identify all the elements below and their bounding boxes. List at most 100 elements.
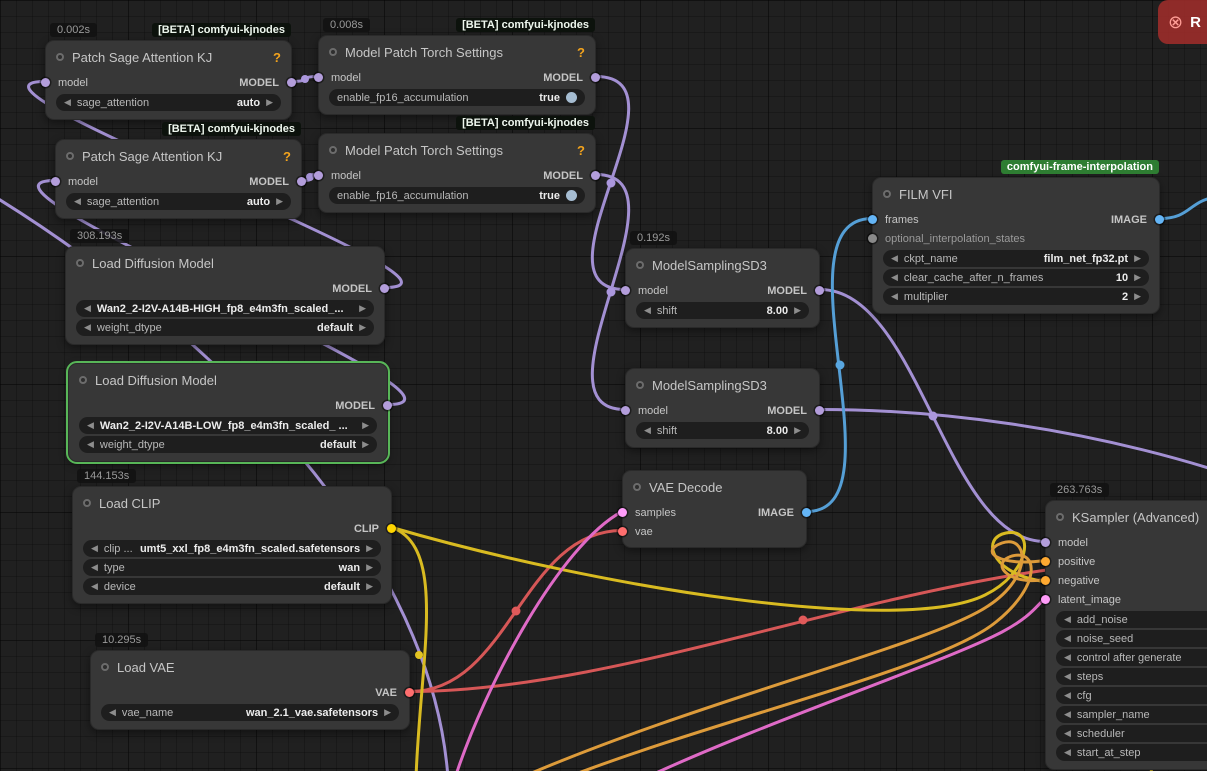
widget-noise-seed[interactable]: ◀ noise_seed [1056, 630, 1207, 647]
widget-shift[interactable]: ◀ shift 8.00 ▶ [636, 302, 809, 319]
combo-left-arrow-icon[interactable]: ◀ [1064, 729, 1071, 738]
combo-left-arrow-icon[interactable]: ◀ [1064, 748, 1071, 757]
widget-multiplier[interactable]: ◀ multiplier 2 ▶ [883, 288, 1149, 305]
input-port-negative[interactable] [1041, 576, 1050, 585]
widget-enable-fp16-accumulation[interactable]: enable_fp16_accumulation true [329, 89, 585, 106]
node-title[interactable]: ModelSamplingSD3 [626, 369, 819, 401]
combo-right-arrow-icon[interactable]: ▶ [384, 708, 391, 717]
circle-x-icon[interactable]: ⊗ [1168, 12, 1183, 33]
input-port-model[interactable] [314, 73, 323, 82]
input-port-model[interactable] [51, 177, 60, 186]
combo-left-arrow-icon[interactable]: ◀ [91, 582, 98, 591]
combo-right-arrow-icon[interactable]: ▶ [1134, 254, 1141, 263]
node-patch-sage-attention-2[interactable]: [BETA] comfyui-kjnodes Patch Sage Attent… [51, 122, 306, 219]
help-icon[interactable]: ? [283, 149, 291, 164]
node-model-sampling-sd3-1[interactable]: 0.192s ModelSamplingSD3 model MODEL ◀ sh… [621, 231, 824, 328]
combo-left-arrow-icon[interactable]: ◀ [1064, 615, 1071, 624]
combo-right-arrow-icon[interactable]: ▶ [794, 426, 801, 435]
widget-steps[interactable]: ◀ steps [1056, 668, 1207, 685]
node-title[interactable]: Load VAE [91, 651, 409, 683]
output-port-model[interactable] [380, 284, 389, 293]
widget-add-noise[interactable]: ◀ add_noise [1056, 611, 1207, 628]
output-port-model[interactable] [815, 406, 824, 415]
combo-left-arrow-icon[interactable]: ◀ [1064, 691, 1071, 700]
output-port-model[interactable] [815, 286, 824, 295]
widget-sage-attention[interactable]: ◀ sage_attention auto ▶ [66, 193, 291, 210]
widget-sampler-name[interactable]: ◀ sampler_name [1056, 706, 1207, 723]
combo-left-arrow-icon[interactable]: ◀ [644, 426, 651, 435]
widget-weight-dtype[interactable]: ◀ weight_dtype default ▶ [76, 319, 374, 336]
toggle-knob[interactable] [566, 92, 577, 103]
combo-left-arrow-icon[interactable]: ◀ [91, 563, 98, 572]
combo-left-arrow-icon[interactable]: ◀ [74, 197, 81, 206]
widget-enable-fp16-accumulation[interactable]: enable_fp16_accumulation true [329, 187, 585, 204]
combo-right-arrow-icon[interactable]: ▶ [362, 440, 369, 449]
output-port-model[interactable] [591, 73, 600, 82]
input-port-model[interactable] [41, 78, 50, 87]
combo-right-arrow-icon[interactable]: ▶ [366, 582, 373, 591]
node-load-diffusion-model-2[interactable]: Load Diffusion Model MODEL ◀ Wan2_2-I2V-… [66, 361, 392, 464]
input-port-model[interactable] [621, 406, 630, 415]
widget-clear-cache-after-n-frames[interactable]: ◀ clear_cache_after_n_frames 10 ▶ [883, 269, 1149, 286]
node-film-vfi[interactable]: comfyui-frame-interpolation FILM VFI fra… [868, 160, 1164, 314]
help-icon[interactable]: ? [577, 45, 585, 60]
widget-scheduler[interactable]: ◀ scheduler [1056, 725, 1207, 742]
widget-vae-name[interactable]: ◀ vae_name wan_2.1_vae.safetensors ▶ [101, 704, 399, 721]
node-title[interactable]: Load Diffusion Model [69, 364, 387, 396]
node-title[interactable]: Load Diffusion Model [66, 247, 384, 279]
node-model-patch-torch-2[interactable]: [BETA] comfyui-kjnodes Model Patch Torch… [314, 116, 600, 213]
combo-left-arrow-icon[interactable]: ◀ [109, 708, 116, 717]
input-port-model[interactable] [621, 286, 630, 295]
widget-control-after-generate[interactable]: ◀ control after generate [1056, 649, 1207, 666]
node-title[interactable]: Model Patch Torch Settings ? [319, 134, 595, 166]
node-load-diffusion-model-1[interactable]: 308.193s Load Diffusion Model MODEL ◀ Wa… [65, 229, 389, 345]
combo-right-arrow-icon[interactable]: ▶ [1134, 292, 1141, 301]
widget-ckpt-name[interactable]: ◀ ckpt_name film_net_fp32.pt ▶ [883, 250, 1149, 267]
combo-left-arrow-icon[interactable]: ◀ [1064, 653, 1071, 662]
combo-left-arrow-icon[interactable]: ◀ [87, 440, 94, 449]
widget-start-at-step[interactable]: ◀ start_at_step [1056, 744, 1207, 761]
node-ksampler-advanced[interactable]: 263.763s KSampler (Advanced) model posit… [1041, 483, 1207, 770]
input-port-frames[interactable] [868, 215, 877, 224]
output-port-image[interactable] [802, 508, 811, 517]
combo-right-arrow-icon[interactable]: ▶ [794, 306, 801, 315]
input-port-positive[interactable] [1041, 557, 1050, 566]
widget-device[interactable]: ◀ device default ▶ [83, 578, 381, 595]
combo-left-arrow-icon[interactable]: ◀ [891, 254, 898, 263]
combo-right-arrow-icon[interactable]: ▶ [359, 323, 366, 332]
combo-right-arrow-icon[interactable]: ▶ [366, 563, 373, 572]
combo-left-arrow-icon[interactable]: ◀ [87, 421, 94, 430]
combo-right-arrow-icon[interactable]: ▶ [362, 421, 369, 430]
combo-left-arrow-icon[interactable]: ◀ [891, 292, 898, 301]
input-port-vae[interactable] [618, 527, 627, 536]
widget-shift[interactable]: ◀ shift 8.00 ▶ [636, 422, 809, 439]
widget-weight-dtype[interactable]: ◀ weight_dtype default ▶ [79, 436, 377, 453]
widget-clip-name[interactable]: ◀ clip ... umt5_xxl_fp8_e4m3fn_scaled.sa… [83, 540, 381, 557]
node-title[interactable]: Load CLIP [73, 487, 391, 519]
combo-right-arrow-icon[interactable]: ▶ [366, 544, 373, 553]
widget-unet-name[interactable]: ◀ Wan2_2-I2V-A14B-LOW_fp8_e4m3fn_scaled_… [79, 417, 377, 434]
node-model-patch-torch-1[interactable]: 0.008s [BETA] comfyui-kjnodes Model Patc… [314, 18, 600, 115]
output-port-model[interactable] [591, 171, 600, 180]
node-title[interactable]: FILM VFI [873, 178, 1159, 210]
input-port-model[interactable] [314, 171, 323, 180]
widget-unet-name[interactable]: ◀ Wan2_2-I2V-A14B-HIGH_fp8_e4m3fn_scaled… [76, 300, 374, 317]
output-port-model[interactable] [297, 177, 306, 186]
node-title[interactable]: Patch Sage Attention KJ ? [46, 41, 291, 73]
widget-cfg[interactable]: ◀ cfg [1056, 687, 1207, 704]
node-title[interactable]: ModelSamplingSD3 [626, 249, 819, 281]
widget-sage-attention[interactable]: ◀ sage_attention auto ▶ [56, 94, 281, 111]
node-title[interactable]: KSampler (Advanced) [1046, 501, 1207, 533]
input-port-model[interactable] [1041, 538, 1050, 547]
toggle-knob[interactable] [566, 190, 577, 201]
combo-right-arrow-icon[interactable]: ▶ [359, 304, 366, 313]
node-title[interactable]: Patch Sage Attention KJ ? [56, 140, 301, 172]
combo-right-arrow-icon[interactable]: ▶ [266, 98, 273, 107]
input-port-samples[interactable] [618, 508, 627, 517]
graph-canvas[interactable]: 0.002s [BETA] comfyui-kjnodes Patch Sage… [0, 0, 1207, 771]
output-port-model[interactable] [287, 78, 296, 87]
input-port-latent-image[interactable] [1041, 595, 1050, 604]
node-load-clip[interactable]: 144.153s Load CLIP CLIP ◀ clip ... umt5_… [72, 469, 396, 604]
combo-left-arrow-icon[interactable]: ◀ [91, 544, 98, 553]
combo-left-arrow-icon[interactable]: ◀ [1064, 710, 1071, 719]
